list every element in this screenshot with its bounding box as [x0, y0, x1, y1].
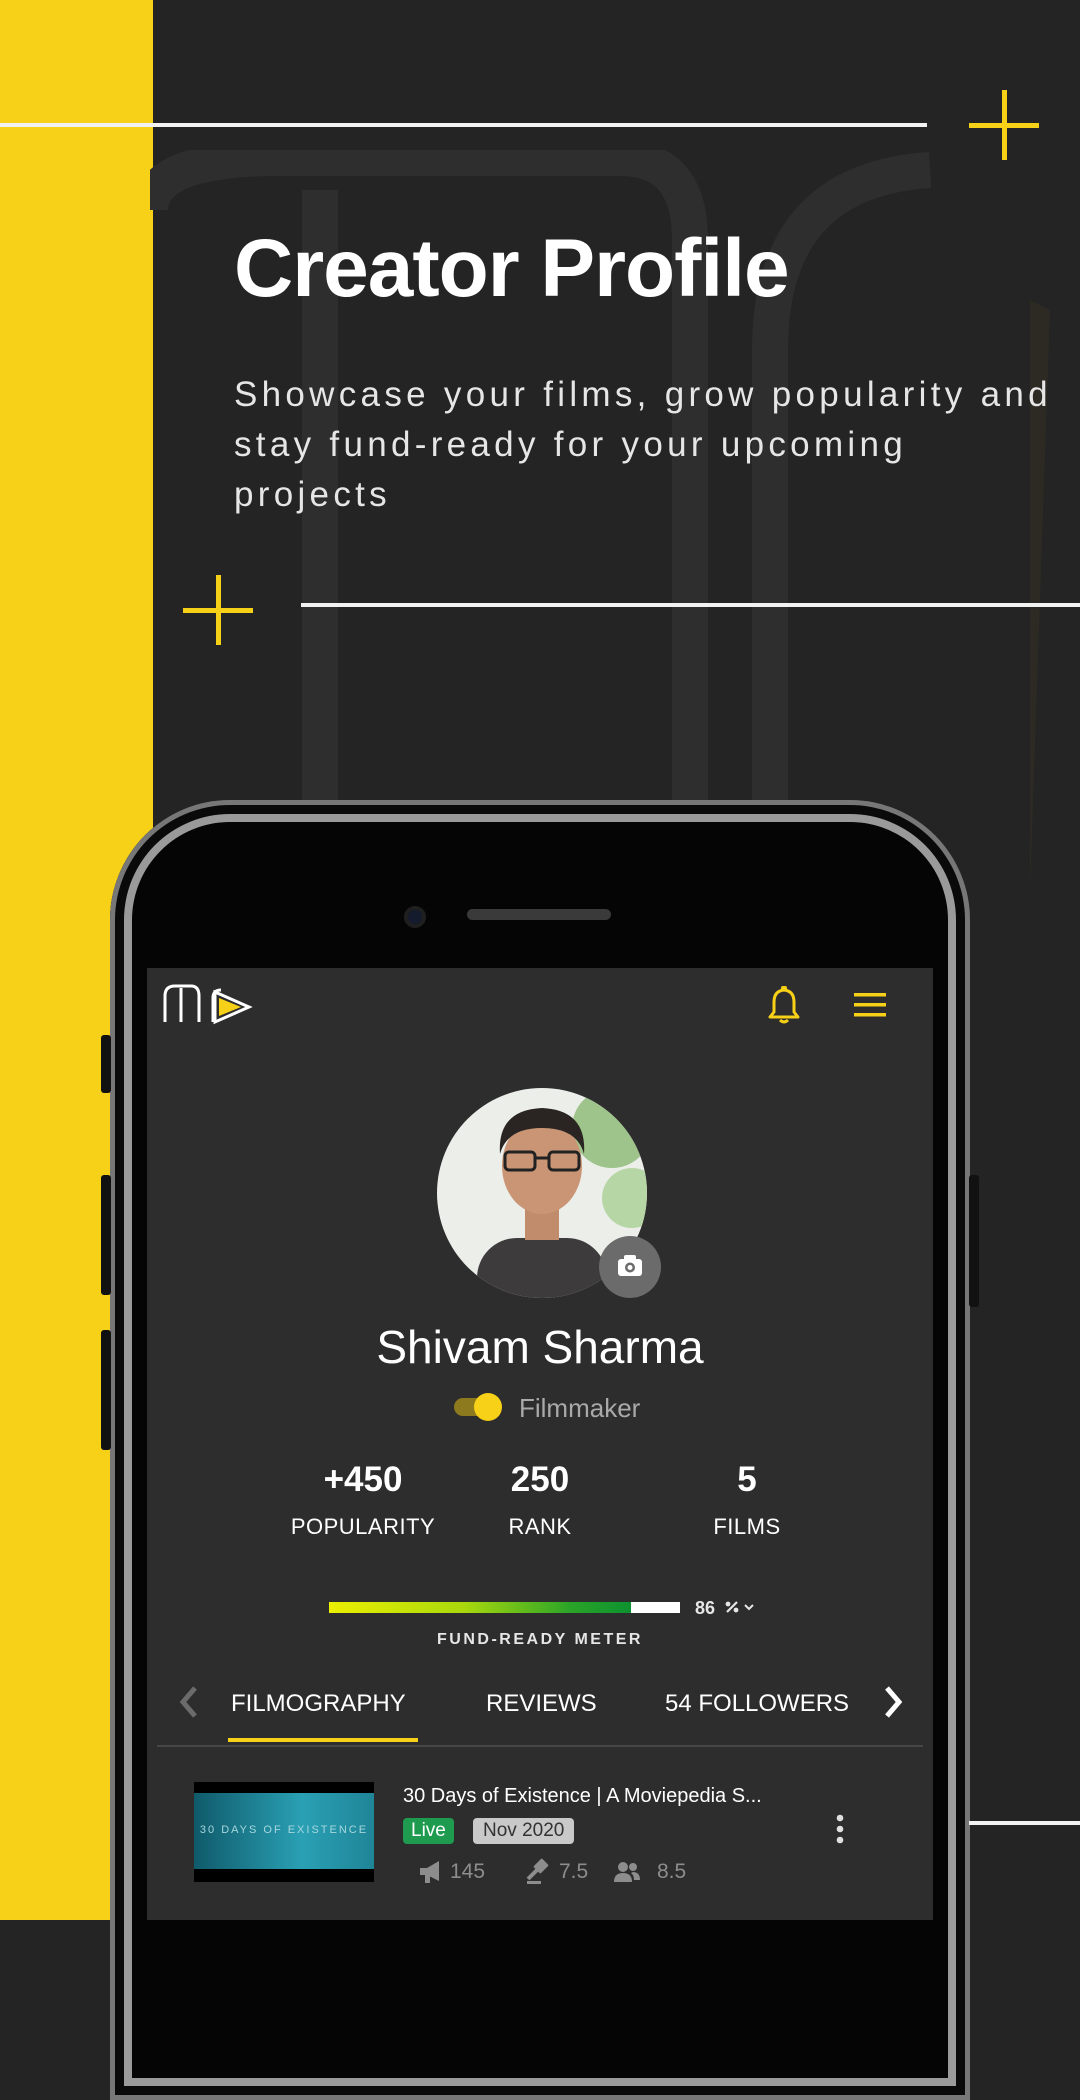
megaphone-icon — [420, 1861, 439, 1883]
phone-speaker — [467, 909, 611, 920]
tab-followers[interactable]: 54 FOLLOWERS — [665, 1690, 849, 1718]
fund-ready-meter-fill — [329, 1602, 631, 1613]
bell-icon[interactable] — [767, 986, 801, 1024]
promotion-count: 145 — [450, 1860, 486, 1883]
front-camera — [404, 906, 426, 928]
fund-ready-meter-label: FUND-READY METER — [437, 1631, 643, 1648]
app-screen: Shivam Sharma Filmmaker +450 POPULARITY … — [147, 968, 933, 1920]
decor-line-bottom — [969, 1821, 1080, 1825]
percent-chevron-icon — [725, 1601, 754, 1613]
profile-role: Filmmaker — [519, 1393, 641, 1423]
change-photo-button[interactable] — [599, 1236, 661, 1298]
audience-icon — [614, 1862, 640, 1882]
phone-side-button — [969, 1175, 979, 1307]
stat-rank: 250 RANK — [440, 1460, 640, 1540]
tabs-next-arrow-icon[interactable] — [883, 1684, 905, 1720]
fund-ready-percent-dropdown[interactable]: 86 — [695, 1598, 758, 1619]
stat-value: 250 — [510, 1460, 570, 1499]
tabs-prev-arrow-icon[interactable] — [177, 1684, 199, 1720]
more-options-icon[interactable] — [835, 1814, 845, 1844]
promo-subtitle: Showcase your films, grow popularity and… — [234, 375, 1052, 514]
fund-ready-meter-bar — [329, 1602, 680, 1613]
rating-value: 7.5 — [559, 1860, 589, 1883]
audience-score: 8.5 — [657, 1860, 687, 1883]
hamburger-icon[interactable] — [853, 990, 887, 1020]
fund-ready-percent-value: 86 — [695, 1598, 716, 1618]
stat-popularity: +450 POPULARITY — [263, 1460, 463, 1540]
moviepedia-logo[interactable] — [161, 982, 253, 1028]
film-thumbnail[interactable]: 30 DAYS OF EXISTENCE — [194, 1782, 374, 1882]
stat-label: FILMS — [713, 1514, 781, 1539]
phone-side-button — [101, 1330, 111, 1450]
stat-films: 5 FILMS — [647, 1460, 847, 1540]
tabs-divider — [157, 1745, 923, 1747]
tab-filmography[interactable]: FILMOGRAPHY — [231, 1690, 406, 1718]
stat-value: +450 — [323, 1460, 403, 1499]
phone-side-button — [101, 1175, 111, 1295]
decor-line-top — [0, 123, 927, 127]
tab-reviews[interactable]: REVIEWS — [486, 1690, 597, 1718]
stat-value: 5 — [737, 1460, 757, 1499]
date-badge: Nov 2020 — [473, 1818, 575, 1844]
decor-line-middle — [301, 603, 1080, 607]
stat-label: RANK — [508, 1514, 572, 1539]
film-thumbnail-title: 30 DAYS OF EXISTENCE — [199, 1824, 369, 1836]
status-badge: Live — [403, 1818, 454, 1844]
phone-side-button — [101, 1035, 111, 1093]
camera-icon — [618, 1255, 642, 1276]
profile-name: Shivam Sharma — [376, 1321, 704, 1373]
active-tab-indicator — [228, 1738, 418, 1742]
gavel-icon — [526, 1858, 549, 1884]
role-toggle-knob[interactable] — [474, 1393, 502, 1421]
film-title[interactable]: 30 Days of Existence | A Moviepedia S... — [403, 1785, 762, 1808]
stat-label: POPULARITY — [290, 1514, 436, 1539]
plus-icon — [183, 575, 253, 645]
plus-icon — [969, 90, 1039, 160]
promo-headline: Creator Profile — [234, 223, 790, 314]
